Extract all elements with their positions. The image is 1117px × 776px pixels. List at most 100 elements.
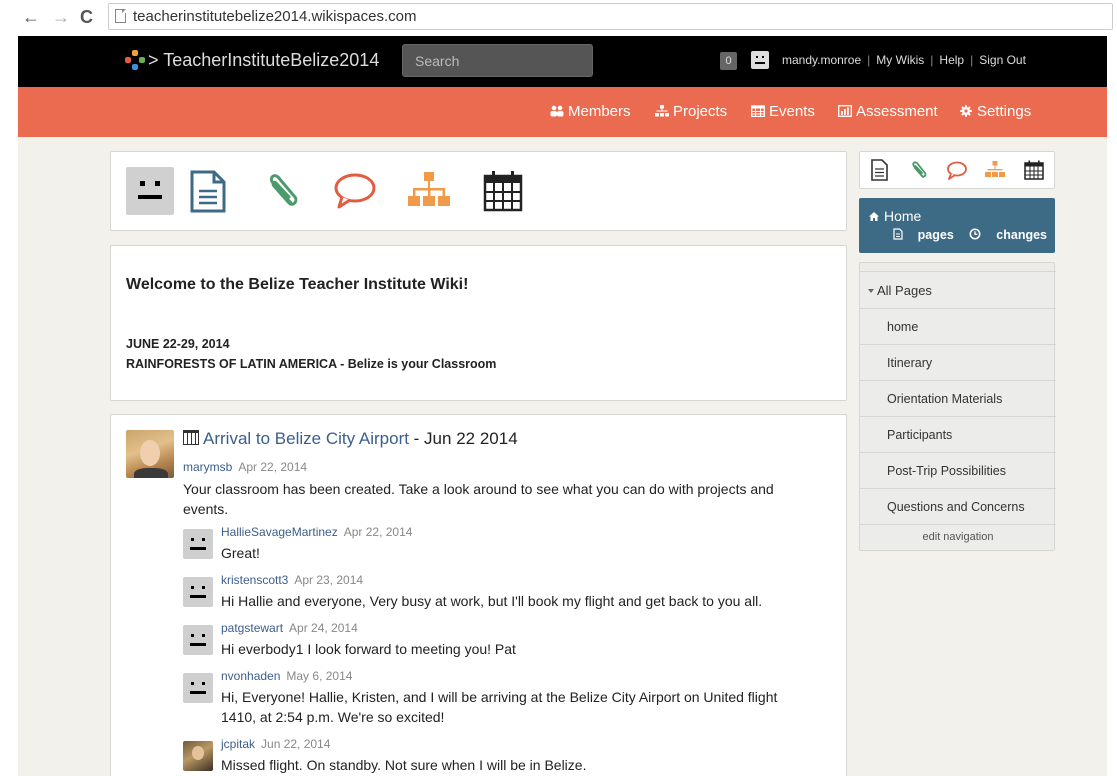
content-toolbar (110, 151, 847, 231)
reply-body: Hi, Everyone! Hallie, Kristen, and I wil… (221, 689, 778, 725)
reply-date: Jun 22, 2014 (261, 737, 331, 751)
page-icon[interactable] (868, 158, 890, 182)
sidebar-home-box[interactable]: Home pages changes (859, 198, 1055, 253)
user-avatar-icon[interactable] (751, 51, 769, 69)
changes-link[interactable]: changes (969, 228, 1047, 242)
calendar-icon[interactable] (1023, 158, 1045, 182)
my-wikis-link[interactable]: My Wikis (876, 53, 924, 67)
home-icon (869, 212, 879, 221)
nav-projects[interactable]: Projects (655, 103, 727, 120)
sign-out-link[interactable]: Sign Out (979, 53, 1026, 67)
home-link[interactable]: Home (869, 208, 921, 224)
sidebar-item-questions-and-concerns[interactable]: Questions and Concerns (860, 489, 1056, 525)
reply-author-link[interactable]: jcpitak (221, 737, 255, 751)
separator: | (970, 53, 974, 67)
back-button[interactable]: ← (22, 6, 40, 28)
reply-meta: jcpitak Jun 22, 2014 (221, 737, 330, 751)
url-text: teacherinstitutebelize2014.wikispaces.co… (133, 8, 417, 25)
page-icon (893, 228, 903, 240)
caret-down-icon (868, 289, 874, 293)
nav-projects-label: Projects (673, 103, 728, 120)
page-icon[interactable] (184, 167, 232, 215)
projects-icon (655, 105, 669, 117)
help-link[interactable]: Help (939, 53, 964, 67)
reload-button[interactable]: C (80, 6, 93, 28)
reply-body: Missed flight. On standby. Not sure when… (221, 757, 587, 773)
avatar[interactable] (183, 577, 213, 607)
chart-icon (838, 105, 852, 117)
page-frame: > TeacherInstituteBelize2014 0 mandy.mon… (18, 36, 1107, 776)
sidebar-navigation: All Pages home Itinerary Orientation Mat… (859, 262, 1056, 551)
reply-date: Apr 22, 2014 (343, 525, 413, 539)
edit-navigation-link[interactable]: edit navigation (860, 531, 1056, 543)
post-body: Your classroom has been created. Take a … (183, 481, 774, 517)
reply-author-link[interactable]: patgstewart (221, 621, 283, 635)
reply-date: May 6, 2014 (286, 669, 353, 683)
clock-icon (969, 228, 981, 240)
nav-settings-label: Settings (977, 103, 1032, 120)
calendar-icon[interactable] (479, 167, 527, 215)
pages-link[interactable]: pages (893, 228, 954, 242)
user-links: mandy.monroe | My Wikis | Help | Sign Out (782, 53, 1026, 67)
sidebar-item-post-trip-possibilities[interactable]: Post-Trip Possibilities (860, 453, 1056, 489)
sidebar-item-participants[interactable]: Participants (860, 417, 1056, 453)
comment-icon[interactable] (330, 167, 378, 215)
calendar-icon (183, 430, 199, 445)
separator: | (867, 53, 871, 67)
home-sublinks: pages changes (881, 228, 1047, 242)
reply-date: Apr 23, 2014 (294, 573, 364, 587)
username-link[interactable]: mandy.monroe (782, 53, 861, 67)
forward-button[interactable]: → (52, 6, 70, 28)
reply-body: Great! (221, 545, 260, 561)
wikispaces-logo-icon[interactable] (124, 50, 146, 72)
notification-count-badge[interactable]: 0 (720, 52, 737, 70)
sidebar-item-itinerary[interactable]: Itinerary (860, 345, 1056, 381)
page-title: Welcome to the Belize Teacher Institute … (126, 276, 469, 293)
avatar[interactable] (126, 430, 174, 478)
nav-settings[interactable]: Settings (959, 103, 1031, 120)
avatar[interactable] (183, 625, 213, 655)
address-bar[interactable]: teacherinstitutebelize2014.wikispaces.co… (108, 3, 1113, 30)
main-nav: Members Projects Events Assessment Setti… (18, 87, 1107, 137)
avatar[interactable] (183, 741, 213, 771)
projects-icon[interactable] (984, 158, 1006, 182)
paperclip-icon[interactable] (907, 158, 929, 182)
reply-meta: patgstewart Apr 24, 2014 (221, 621, 358, 635)
all-pages-toggle[interactable]: All Pages (860, 271, 1056, 309)
paperclip-icon[interactable] (257, 167, 305, 215)
top-bar: > TeacherInstituteBelize2014 0 mandy.mon… (18, 36, 1107, 87)
browser-chrome: ← → C teacherinstitutebelize2014.wikispa… (0, 0, 1117, 36)
members-icon (550, 105, 564, 117)
page-icon (115, 9, 126, 23)
all-pages-label: All Pages (877, 283, 932, 298)
reply-body: Hi Hallie and everyone, Very busy at wor… (221, 593, 763, 609)
event-title-link[interactable]: Arrival to Belize City Airport (203, 429, 409, 448)
nav-events-label: Events (769, 103, 815, 120)
avatar[interactable] (183, 673, 213, 703)
nav-assessment[interactable]: Assessment (838, 103, 938, 120)
search-input[interactable] (402, 44, 593, 77)
avatar[interactable] (183, 529, 213, 559)
post-author-link[interactable]: marymsb (183, 460, 232, 474)
nav-members[interactable]: Members (550, 103, 631, 120)
reply-author-link[interactable]: HallieSavageMartinez (221, 525, 338, 539)
sidebar-item-orientation-materials[interactable]: Orientation Materials (860, 381, 1056, 417)
separator: | (930, 53, 934, 67)
sidebar-item-home[interactable]: home (860, 309, 1056, 345)
reply-meta: nvonhaden May 6, 2014 (221, 669, 352, 683)
welcome-panel: Welcome to the Belize Teacher Institute … (110, 245, 847, 401)
site-title[interactable]: > TeacherInstituteBelize2014 (148, 50, 379, 71)
avatar-icon[interactable] (126, 167, 174, 215)
projects-icon[interactable] (405, 167, 453, 215)
gear-icon (960, 105, 972, 117)
nav-events[interactable]: Events (751, 103, 815, 120)
event-date: - Jun 22 2014 (408, 429, 518, 448)
reply-date: Apr 24, 2014 (289, 621, 358, 635)
sidebar-toolbar (859, 151, 1055, 189)
comment-icon[interactable] (945, 158, 967, 182)
reply-author-link[interactable]: nvonhaden (221, 669, 280, 683)
post-meta: marymsb Apr 22, 2014 (183, 460, 307, 474)
changes-link-label: changes (996, 228, 1047, 242)
nav-assessment-label: Assessment (856, 103, 938, 120)
reply-author-link[interactable]: kristenscott3 (221, 573, 288, 587)
